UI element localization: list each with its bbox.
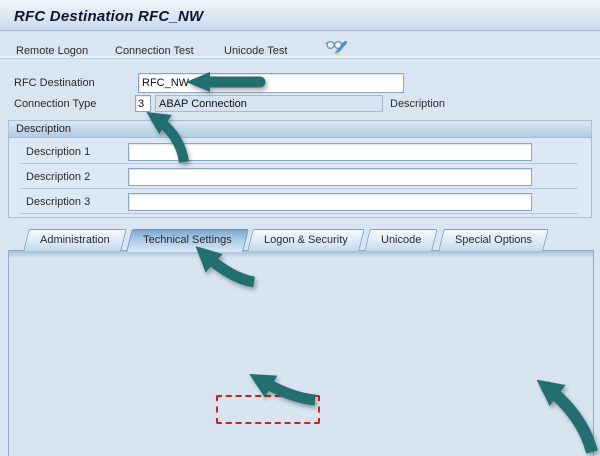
annotation-arrow-rfc-destination xyxy=(183,70,268,94)
rfc-destination-label: RFC Destination xyxy=(14,77,95,89)
description-group-title: Description xyxy=(9,121,591,138)
page-title: RFC Destination RFC_NW xyxy=(14,8,203,25)
connection-test-button[interactable]: Connection Test xyxy=(115,45,194,57)
annotation-arrow-connection-type xyxy=(138,104,198,168)
tab-strip: Administration Technical Settings Logon … xyxy=(26,228,546,251)
application-toolbar: Remote Logon Connection Test Unicode Tes… xyxy=(0,31,600,59)
technical-settings-panel xyxy=(8,250,594,456)
description-2-input[interactable] xyxy=(128,168,532,186)
annotation-arrow-system-number xyxy=(528,372,600,456)
rfc-destination-window: RFC Destination RFC_NW Remote Logon Conn… xyxy=(0,0,600,456)
window-title-bar: RFC Destination RFC_NW xyxy=(0,0,600,31)
tab-special-options[interactable]: Special Options xyxy=(438,229,549,251)
display-change-glasses-pencil-icon[interactable] xyxy=(325,37,349,55)
description-3-input[interactable] xyxy=(128,193,532,211)
tab-administration[interactable]: Administration xyxy=(23,229,126,251)
annotation-arrow-target-host xyxy=(243,368,321,406)
remote-logon-button[interactable]: Remote Logon xyxy=(16,45,88,57)
annotation-arrow-technical-settings-tab xyxy=(188,242,260,288)
tab-logon-security[interactable]: Logon & Security xyxy=(248,229,365,251)
tab-unicode[interactable]: Unicode xyxy=(364,229,438,251)
panel-top-shading xyxy=(9,251,593,258)
separator-line xyxy=(20,163,578,164)
unicode-test-button[interactable]: Unicode Test xyxy=(224,45,287,57)
description-3-label: Description 3 xyxy=(26,196,90,208)
description-caption: Description xyxy=(390,98,445,110)
connection-type-label: Connection Type xyxy=(14,98,96,110)
rfc-destination-input[interactable] xyxy=(138,73,404,93)
separator-line xyxy=(20,188,578,189)
description-1-label: Description 1 xyxy=(26,146,90,158)
description-2-label: Description 2 xyxy=(26,171,90,183)
separator-line xyxy=(20,213,578,214)
